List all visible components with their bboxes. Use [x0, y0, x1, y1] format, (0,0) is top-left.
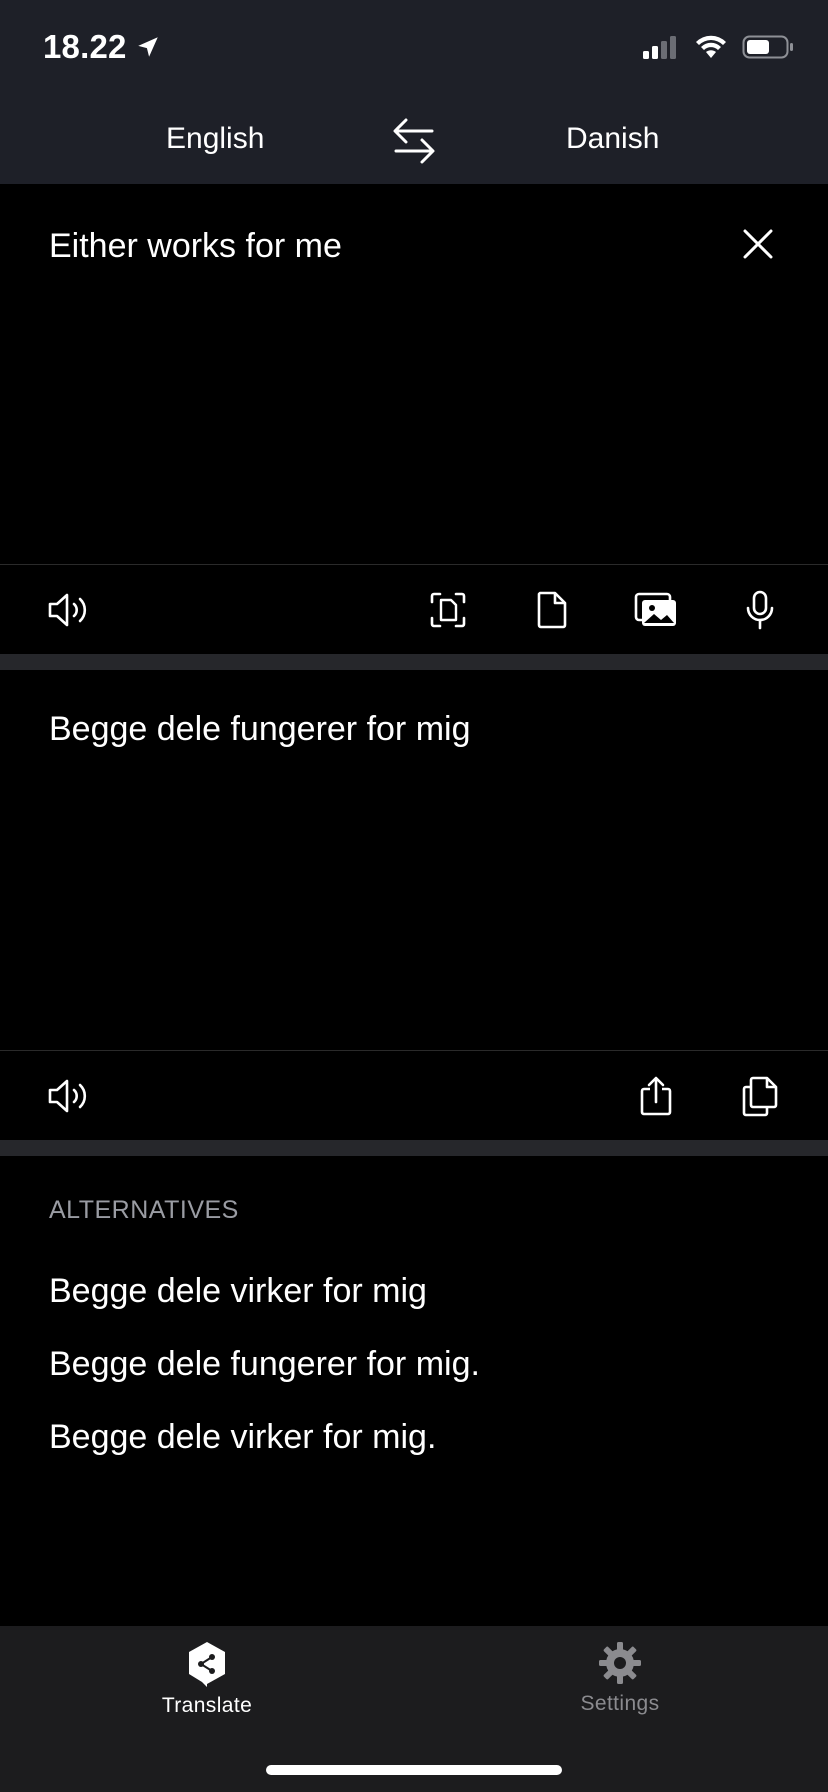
translation-panel: Begge dele fungerer for mig: [0, 670, 828, 1050]
alternatives-header: ALTERNATIVES: [49, 1196, 239, 1224]
alternative-item[interactable]: Begge dele virker for mig: [49, 1272, 427, 1311]
language-bar: English Danish: [0, 104, 828, 176]
copy-icon: [742, 1076, 778, 1117]
section-divider: [0, 1140, 828, 1156]
document-icon: [537, 591, 567, 629]
translate-document-button[interactable]: [526, 584, 578, 636]
tab-settings[interactable]: Settings: [520, 1640, 720, 1716]
status-time-label: 18.22: [43, 28, 127, 65]
cellular-signal-icon: [643, 36, 676, 59]
clear-text-button[interactable]: [738, 224, 778, 264]
translation-toolbar: [0, 1050, 828, 1140]
source-language-button[interactable]: English: [166, 122, 264, 156]
target-language-button[interactable]: Danish: [566, 122, 659, 156]
translate-image-button[interactable]: [630, 584, 682, 636]
translate-logo-icon: [189, 1642, 225, 1687]
source-toolbar: [0, 564, 828, 654]
scan-text-button[interactable]: [422, 584, 474, 636]
image-icon: [634, 592, 676, 626]
status-time: 18.22: [43, 28, 161, 66]
battery-icon: [742, 35, 793, 59]
location-arrow-icon: [137, 37, 158, 57]
status-icons: [642, 34, 794, 60]
tab-translate[interactable]: Translate: [107, 1640, 307, 1718]
share-icon: [640, 1076, 672, 1116]
translation-text: Begge dele fungerer for mig: [49, 710, 471, 748]
microphone-icon: [746, 590, 774, 630]
share-button[interactable]: [630, 1070, 682, 1122]
source-text-panel[interactable]: Either works for me: [0, 184, 828, 564]
tab-translate-label: Translate: [161, 1694, 253, 1717]
tab-settings-label: Settings: [580, 1692, 660, 1715]
top-bar: 18.22 English Danish: [0, 0, 828, 184]
translation-speak-button[interactable]: [42, 1070, 94, 1122]
swap-languages-button[interactable]: [388, 112, 440, 168]
voice-input-button[interactable]: [734, 584, 786, 636]
alternative-item[interactable]: Begge dele fungerer for mig.: [49, 1345, 480, 1384]
source-text-input[interactable]: Either works for me: [49, 227, 342, 266]
copy-button[interactable]: [734, 1070, 786, 1122]
speaker-icon: [48, 1079, 87, 1113]
alternative-item[interactable]: Begge dele virker for mig.: [49, 1418, 436, 1457]
wifi-icon: [696, 35, 726, 58]
speaker-icon: [48, 593, 87, 627]
gear-icon: [599, 1642, 641, 1684]
close-icon: [743, 229, 773, 259]
alternatives-section: ALTERNATIVES Begge dele virker for mig B…: [0, 1156, 828, 1626]
home-indicator: [266, 1765, 562, 1775]
source-speak-button[interactable]: [42, 584, 94, 636]
scan-text-icon: [430, 592, 466, 628]
section-divider: [0, 654, 828, 670]
swap-arrows-icon: [393, 118, 435, 164]
